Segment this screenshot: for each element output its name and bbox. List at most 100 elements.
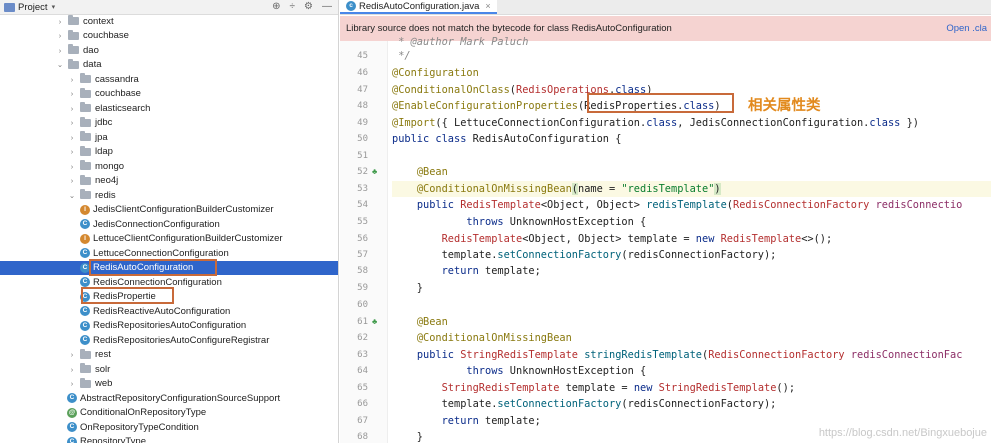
- folder-icon: [68, 44, 79, 55]
- tree-item-context[interactable]: › context: [0, 14, 338, 29]
- line-number: 52: [357, 167, 368, 177]
- tree-item-solr[interactable]: › solr: [0, 362, 338, 377]
- tree-item-elasticsearch[interactable]: › elasticsearch: [0, 101, 338, 116]
- code-line: template.setConnectionFactory(redisConne…: [392, 249, 777, 261]
- folder-icon: [80, 348, 91, 359]
- class-icon: C: [80, 248, 90, 259]
- close-icon[interactable]: ×: [485, 1, 490, 11]
- tree-item-label: mongo: [95, 160, 125, 172]
- tree-item-dao[interactable]: › dao: [0, 43, 338, 58]
- line-number: 58: [357, 266, 368, 276]
- code-line: @Configuration: [392, 67, 479, 79]
- chevron-right-icon[interactable]: ›: [67, 147, 77, 156]
- tree-item-redisreactiveautoconfiguration[interactable]: C RedisReactiveAutoConfiguration: [0, 304, 338, 319]
- class-icon: C: [67, 422, 77, 433]
- line-number: 55: [357, 217, 368, 227]
- line-number: 66: [357, 399, 368, 409]
- collapse-icon[interactable]: ÷: [290, 1, 296, 12]
- class-icon: C: [80, 320, 90, 331]
- tree-item-jpa[interactable]: › jpa: [0, 130, 338, 145]
- code-line: @Import({ LettuceConnectionConfiguration…: [392, 117, 919, 129]
- tree-item-label: jdbc: [95, 117, 113, 129]
- tree-item-redisrepositoriesautoconfigureregistrar[interactable]: C RedisRepositoriesAutoConfigureRegistrar: [0, 333, 338, 348]
- chevron-right-icon[interactable]: ›: [67, 162, 77, 171]
- tree-item-jedisconnectionconfiguration[interactable]: C JedisConnectionConfiguration: [0, 217, 338, 232]
- tab-redis-auto-configuration[interactable]: c RedisAutoConfiguration.java ×: [340, 0, 497, 14]
- chevron-right-icon[interactable]: ›: [67, 350, 77, 359]
- tree-item-data[interactable]: ⌄ data: [0, 58, 338, 73]
- folder-icon: [80, 73, 91, 84]
- tree-item-onrepositorytypecondition[interactable]: C OnRepositoryTypeCondition: [0, 420, 338, 435]
- tree-item-redisrepositoriesautoconfiguration[interactable]: C RedisRepositoriesAutoConfiguration: [0, 319, 338, 334]
- line-number: 67: [357, 416, 368, 426]
- tree-item-label: JedisConnectionConfiguration: [93, 218, 220, 230]
- tree-item-lettuceclientconfigurationbuildercustomizer[interactable]: I LettuceClientConfigurationBuilderCustom…: [0, 232, 338, 247]
- class-icon: C: [80, 277, 90, 288]
- chevron-right-icon[interactable]: ›: [55, 31, 65, 40]
- folder-icon: [80, 174, 91, 185]
- chevron-right-icon[interactable]: ›: [67, 118, 77, 127]
- chevron-right-icon[interactable]: ›: [55, 17, 65, 26]
- folder-icon: [68, 29, 79, 40]
- tree-item-web[interactable]: › web: [0, 377, 338, 392]
- tree-item-couchbase[interactable]: › couchbase: [0, 87, 338, 102]
- tree-item-ldap[interactable]: › ldap: [0, 145, 338, 160]
- tree-item-rest[interactable]: › rest: [0, 348, 338, 363]
- code-editor: c RedisAutoConfiguration.java × Library …: [340, 0, 991, 443]
- gear-icon[interactable]: ⚙: [304, 1, 313, 12]
- chevron-right-icon[interactable]: ›: [67, 75, 77, 84]
- tree-item-label: dao: [83, 44, 99, 56]
- code-line: return template;: [441, 265, 541, 277]
- line-number: 62: [357, 333, 368, 343]
- chevron-right-icon[interactable]: ›: [67, 365, 77, 374]
- tree-item-mongo[interactable]: › mongo: [0, 159, 338, 174]
- open-class-link[interactable]: Open .cla: [946, 23, 987, 34]
- line-number: 49: [357, 118, 368, 128]
- chevron-down-icon[interactable]: ⌄: [67, 191, 77, 200]
- folder-icon: [68, 58, 79, 69]
- tree-item-label: couchbase: [83, 30, 129, 42]
- chevron-right-icon[interactable]: ›: [67, 133, 77, 142]
- code-line: StringRedisTemplate template = new Strin…: [441, 382, 796, 394]
- tree-item-cassandra[interactable]: › cassandra: [0, 72, 338, 87]
- bean-gutter-icon[interactable]: ♣: [372, 167, 377, 176]
- code-line: @Bean: [416, 166, 448, 178]
- tree-item-repositorytype[interactable]: C RepositoryType: [0, 435, 338, 443]
- tree-item-jdbc[interactable]: › jdbc: [0, 116, 338, 131]
- folder-icon: [80, 131, 91, 142]
- line-number: 48: [357, 101, 368, 111]
- project-title[interactable]: Project: [18, 2, 48, 13]
- highlight-box-properties: [81, 287, 174, 304]
- tree-item-label: couchbase: [95, 88, 141, 100]
- tree-item-neo4j[interactable]: › neo4j: [0, 174, 338, 189]
- tree-item-couchbase[interactable]: › couchbase: [0, 29, 338, 44]
- tree-item-label: RepositoryType: [80, 436, 147, 443]
- line-number: 46: [357, 68, 368, 78]
- locate-icon[interactable]: ⊕: [272, 1, 280, 12]
- bean-gutter-icon[interactable]: ♣: [372, 317, 377, 326]
- tree-item-label: OnRepositoryTypeCondition: [80, 421, 199, 433]
- chevron-right-icon[interactable]: ›: [67, 379, 77, 388]
- line-number: 63: [357, 350, 368, 360]
- banner-text: Library source does not match the byteco…: [346, 23, 672, 34]
- chevron-right-icon[interactable]: ›: [67, 89, 77, 98]
- chevron-right-icon[interactable]: ›: [67, 104, 77, 113]
- chevron-right-icon[interactable]: ›: [67, 176, 77, 185]
- line-number: 68: [357, 432, 368, 442]
- interface-icon: I: [80, 233, 90, 244]
- folder-icon: [80, 145, 91, 156]
- hide-icon[interactable]: —: [322, 1, 332, 12]
- annotation-icon: @: [67, 407, 77, 418]
- code-line: }: [392, 282, 423, 294]
- tree-item-redis[interactable]: ⌄ redis: [0, 188, 338, 203]
- tree-item-abstractrepositoryconfigurationsourcesupport[interactable]: C AbstractRepositoryConfigurationSourceSu…: [0, 391, 338, 406]
- chevron-down-icon[interactable]: ⌄: [55, 60, 65, 69]
- tree-item-jedisclientconfigurationbuildercustomizer[interactable]: I JedisClientConfigurationBuilderCustomiz…: [0, 203, 338, 218]
- tree-item-conditionalonrepositorytype[interactable]: @ ConditionalOnRepositoryType: [0, 406, 338, 421]
- tree-item-label: JedisClientConfigurationBuilderCustomize…: [93, 204, 274, 216]
- tree-item-label: ldap: [95, 146, 113, 158]
- chevron-down-icon[interactable]: ▾: [52, 3, 56, 11]
- line-number: 64: [357, 366, 368, 376]
- chevron-right-icon[interactable]: ›: [55, 46, 65, 55]
- line-number: 56: [357, 234, 368, 244]
